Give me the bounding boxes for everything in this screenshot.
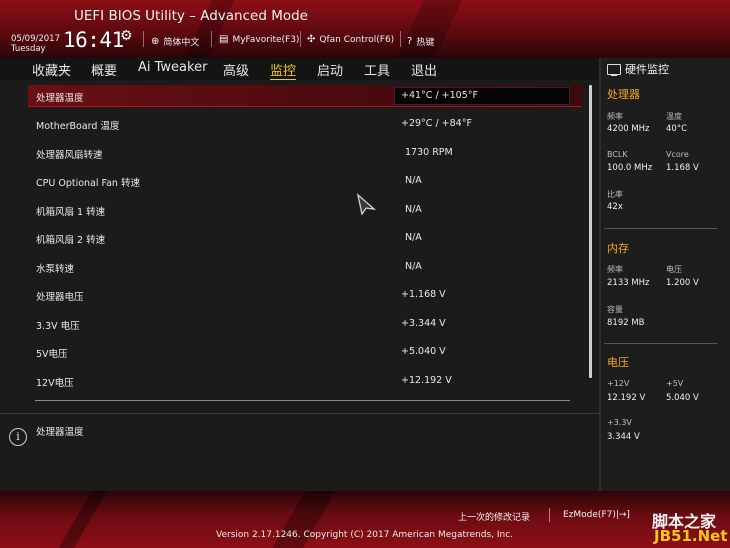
qfan-button[interactable]: ✣ Qfan Control(F6) — [307, 34, 395, 46]
main-menu-bar — [0, 58, 599, 80]
row-value-5v: +5.040 V — [401, 346, 446, 357]
tab-advanced[interactable]: 高级 — [223, 60, 249, 79]
row-value-3v3: +3.344 V — [401, 318, 446, 329]
mem-freq-label: 频率 — [607, 265, 623, 274]
row-label-12v[interactable]: 12V电压 — [36, 375, 74, 389]
favorite-list-icon: ▤ — [219, 34, 229, 45]
row-value-cpu-opt-fan: N/A — [405, 175, 422, 186]
cpu-temp-label: 温度 — [666, 112, 682, 121]
v33-label: +3.3V — [607, 418, 632, 427]
v12-value: 12.192 V — [607, 393, 646, 403]
tab-monitor[interactable]: 监控 — [270, 60, 297, 81]
row-value-cpu-fan: 1730 RPM — [405, 147, 453, 158]
tab-ai-tweaker[interactable]: Ai Tweaker — [138, 60, 207, 75]
hotkeys-button[interactable]: ? 热键 — [407, 35, 434, 48]
myfavorite-button[interactable]: ▤ MyFavorite(F3) — [219, 34, 300, 46]
v5-value: 5.040 V — [666, 393, 699, 403]
info-icon: i — [9, 428, 27, 446]
v33-value: 3.344 V — [607, 432, 640, 442]
vcore-label: Vcore — [666, 150, 689, 159]
mem-volt-value: 1.200 V — [666, 278, 699, 288]
row-label-mb-temp[interactable]: MotherBoard 温度 — [36, 118, 119, 132]
date-display: 05/09/2017 Tuesday — [11, 34, 60, 54]
row-label-cpu-temp[interactable]: 处理器温度 — [36, 90, 84, 104]
v12-label: +12V — [607, 379, 630, 388]
app-title: UEFI BIOS Utility – Advanced Mode — [74, 8, 308, 24]
row-label-chassis-fan-1[interactable]: 机箱风扇 1 转速 — [36, 204, 105, 218]
mem-cap-value: 8192 MB — [607, 318, 645, 328]
clock-time: 16:41 — [63, 28, 124, 52]
row-value-cpu-voltage: +1.168 V — [401, 289, 446, 300]
help-icon: ? — [407, 35, 413, 47]
row-label-chassis-fan-2[interactable]: 机箱风扇 2 转速 — [36, 232, 105, 246]
mem-volt-label: 电压 — [666, 265, 682, 274]
help-panel — [0, 413, 599, 492]
language-label: 简体中文 — [163, 38, 200, 48]
sidebar-divider — [604, 343, 718, 344]
hardware-monitor-label: 硬件监控 — [625, 63, 669, 76]
tab-exit[interactable]: 退出 — [411, 60, 437, 79]
mem-freq-value: 2133 MHz — [607, 278, 650, 288]
row-label-cpu-opt-fan[interactable]: CPU Optional Fan 转速 — [36, 175, 140, 189]
vcore-value: 1.168 V — [666, 163, 699, 173]
sidebar-section-cpu: 处理器 — [607, 88, 640, 101]
gear-icon[interactable]: ⚙ — [120, 29, 134, 43]
monitor-icon — [607, 63, 621, 76]
row-value-cpu-temp: +41°C / +105°F — [401, 90, 478, 101]
mouse-cursor-icon — [356, 193, 377, 215]
language-button[interactable]: ⊕ 简体中文 — [151, 35, 199, 48]
row-label-pump-speed[interactable]: 水泵转速 — [36, 261, 74, 275]
row-label-cpu-voltage[interactable]: 处理器电压 — [36, 289, 84, 303]
sidebar-divider — [604, 228, 718, 229]
tab-boot[interactable]: 启动 — [317, 60, 343, 79]
sidebar-section-memory: 内存 — [607, 242, 629, 255]
fan-icon: ✣ — [307, 34, 316, 45]
monitor-scrollbar[interactable] — [589, 85, 592, 378]
row-value-mb-temp: +29°C / +84°F — [401, 118, 472, 129]
version-copyright: Version 2.17.1246. Copyright (C) 2017 Am… — [216, 530, 514, 540]
mem-cap-label: 容量 — [607, 305, 623, 314]
hardware-monitor-title: 硬件监控 — [607, 61, 669, 77]
weekday-text: Tuesday — [11, 44, 46, 54]
tab-favorites[interactable]: 收藏夹 — [32, 60, 71, 79]
ezmode-button[interactable]: EzMode(F7)|→] — [563, 510, 630, 520]
sidebar-section-voltage: 电压 — [607, 356, 629, 369]
tab-tool[interactable]: 工具 — [364, 60, 390, 79]
watermark-text-bottom: JB51.Net — [654, 527, 728, 545]
hotkeys-label: 热键 — [416, 38, 435, 48]
myfavorite-label: MyFavorite(F3) — [232, 35, 300, 45]
header-divider — [300, 31, 301, 47]
bclk-label: BCLK — [607, 150, 628, 159]
cpu-freq-label: 频率 — [607, 112, 623, 121]
v5-label: +5V — [666, 379, 684, 388]
tab-overview[interactable]: 概要 — [91, 60, 117, 79]
row-value-chassis-fan-2: N/A — [405, 232, 422, 243]
header-divider — [211, 31, 212, 47]
qfan-label: Qfan Control(F6) — [319, 35, 395, 45]
row-label-3v3[interactable]: 3.3V 电压 — [36, 318, 80, 332]
header-divider — [143, 31, 144, 47]
globe-icon: ⊕ — [151, 35, 160, 47]
row-value-chassis-fan-1: N/A — [405, 204, 422, 215]
footer-divider — [549, 508, 550, 522]
bclk-value: 100.0 MHz — [607, 163, 653, 173]
ratio-value: 42x — [607, 202, 623, 212]
ratio-label: 比率 — [607, 190, 623, 199]
row-value-pump-speed: N/A — [405, 261, 422, 272]
row-value-12v: +12.192 V — [401, 375, 452, 386]
cpu-freq-value: 4200 MHz — [607, 124, 650, 134]
row-label-5v[interactable]: 5V电压 — [36, 346, 68, 360]
header-divider — [400, 31, 401, 47]
row-label-cpu-fan[interactable]: 处理器风扇转速 — [36, 147, 103, 161]
help-description: 处理器温度 — [36, 427, 84, 438]
cpu-temp-value: 40°C — [666, 124, 688, 134]
date-text: 05/09/2017 — [11, 34, 60, 44]
list-divider — [35, 400, 570, 401]
last-change-log-button[interactable]: 上一次的修改记录 — [458, 510, 530, 523]
